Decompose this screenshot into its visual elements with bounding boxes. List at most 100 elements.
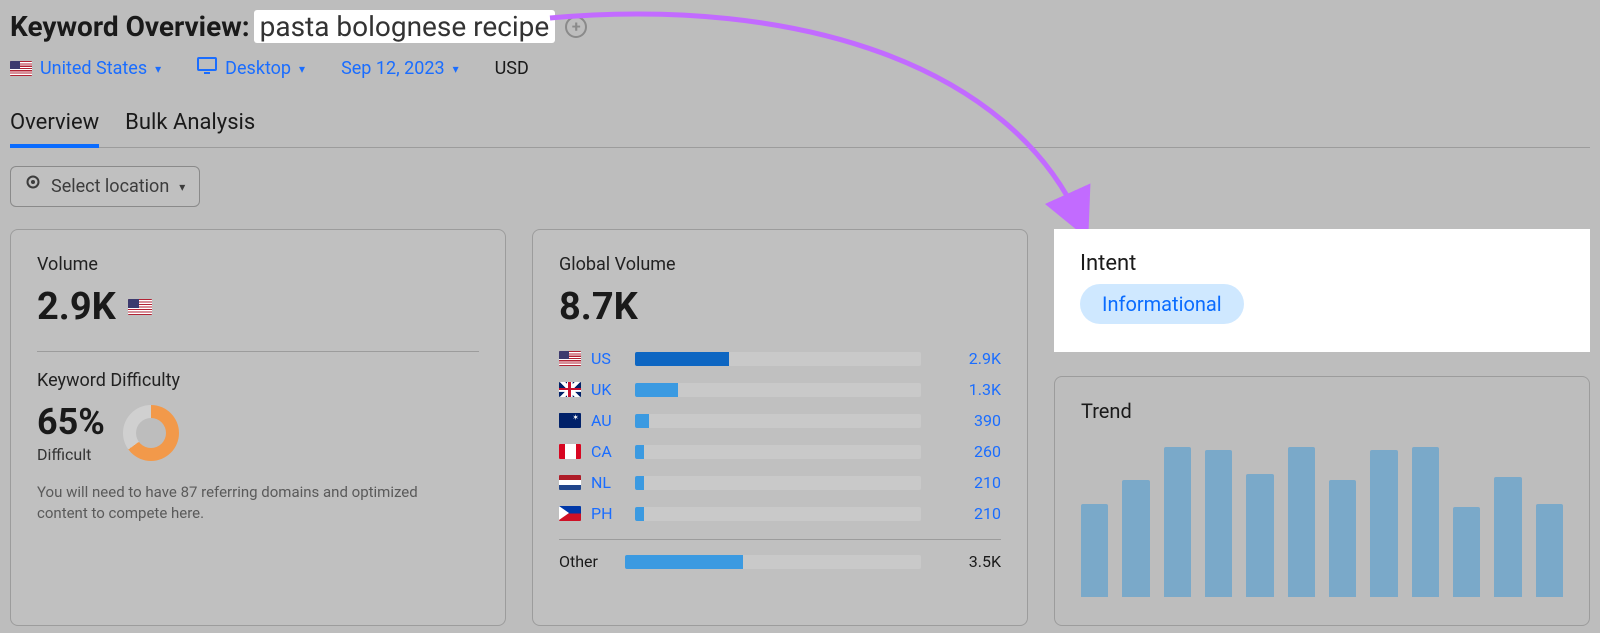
bar-fill [635,445,644,459]
country-code-link[interactable]: CA [591,442,625,461]
country-volume-link[interactable]: 210 [931,504,1001,523]
keyword-overview-page: Keyword Overview: pasta bolognese recipe… [0,0,1600,626]
chevron-down-icon: ▾ [299,62,305,76]
date-filter[interactable]: Sep 12, 2023 ▾ [341,58,459,79]
country-code-link[interactable]: PH [591,504,625,523]
country-code-link[interactable]: AU [591,411,625,430]
page-title: Keyword Overview: pasta bolognese recipe… [10,10,1590,43]
filters-row: United States ▾ Desktop ▾ Sep 12, 2023 ▾… [10,57,1590,80]
bar-track [635,383,921,397]
bar-fill [635,414,649,428]
keyword-text: pasta bolognese recipe [254,10,556,43]
chevron-down-icon: ▾ [453,62,459,76]
trend-bar [1164,447,1191,597]
select-location-label: Select location [51,176,169,197]
bar-fill [635,383,678,397]
add-keyword-icon[interactable]: + [565,16,587,38]
kd-label: Keyword Difficulty [37,370,479,391]
chevron-down-icon: ▾ [155,62,161,76]
kd-percent: 65% [37,401,105,443]
global-volume-list: US 2.9K UK 1.3K AU 390 CA 260 NL 210 PH 210 Other 3.5… [559,343,1001,577]
currency-label: USD [495,58,529,79]
volume-value-row: 2.9K [37,285,479,329]
bar-fill [635,352,729,366]
trend-bar [1494,477,1521,597]
divider [559,539,1001,540]
bar-track [635,476,921,490]
desktop-icon [197,57,217,80]
select-location-button[interactable]: Select location ▾ [10,166,200,207]
country-volume-link[interactable]: 260 [931,442,1001,461]
chevron-down-icon: ▾ [179,180,185,194]
cards-row: Volume 2.9K Keyword Difficulty 65% Diffi… [10,229,1590,626]
gv-row-uk: UK 1.3K [559,374,1001,405]
tabs: Overview Bulk Analysis [10,108,1590,148]
trend-card: Trend [1054,376,1590,626]
kd-row: 65% Difficult [37,401,479,464]
country-volume-link[interactable]: 390 [931,411,1001,430]
gv-row-ca: CA 260 [559,436,1001,467]
title-prefix: Keyword Overview: [10,10,250,43]
divider [37,351,479,352]
global-volume-label: Global Volume [559,254,1001,275]
tab-bulk-analysis[interactable]: Bulk Analysis [125,108,255,147]
kd-left: 65% Difficult [37,401,105,464]
kd-donut-chart [123,405,179,461]
device-filter[interactable]: Desktop ▾ [197,57,305,80]
au-flag-icon [559,413,581,428]
nl-flag-icon [559,475,581,490]
country-code-link[interactable]: NL [591,473,625,492]
gv-row-other: Other 3.5K [559,546,1001,577]
trend-bar [1288,447,1315,597]
us-flag-icon [559,351,581,366]
trend-bar [1205,450,1232,597]
gv-row-au: AU 390 [559,405,1001,436]
country-filter[interactable]: United States ▾ [10,58,161,79]
us-flag-icon [10,61,32,76]
bar-track [635,445,921,459]
uk-flag-icon [559,382,581,397]
gv-row-ph: PH 210 [559,498,1001,529]
trend-bar [1329,480,1356,597]
tab-overview[interactable]: Overview [10,108,99,147]
country-code-link[interactable]: US [591,349,625,368]
bar-fill [625,555,743,569]
volume-value: 2.9K [37,285,116,329]
gv-row-nl: NL 210 [559,467,1001,498]
bar-fill [635,507,644,521]
trend-label: Trend [1081,399,1563,423]
bar-track [635,414,921,428]
bar-track [635,352,921,366]
country-volume-link[interactable]: 210 [931,473,1001,492]
volume-label: Volume [37,254,479,275]
date-filter-label: Sep 12, 2023 [341,58,445,79]
bar-track [635,507,921,521]
country-code-link[interactable]: UK [591,380,625,399]
trend-bar [1536,504,1563,597]
intent-label: Intent [1080,251,1564,276]
country-volume-link[interactable]: 1.3K [931,380,1001,399]
intent-card: Intent Informational [1054,229,1590,352]
trend-bar [1081,504,1108,597]
global-volume-card: Global Volume 8.7K US 2.9K UK 1.3K AU 390 CA 26… [532,229,1028,626]
pin-icon [25,175,41,198]
country-filter-label: United States [40,58,147,79]
trend-bar [1122,480,1149,597]
gv-row-us: US 2.9K [559,343,1001,374]
ph-flag-icon [559,506,581,521]
other-label: Other [559,552,615,571]
ca-flag-icon [559,444,581,459]
volume-card: Volume 2.9K Keyword Difficulty 65% Diffi… [10,229,506,626]
kd-level: Difficult [37,445,105,464]
other-volume: 3.5K [931,552,1001,571]
intent-badge[interactable]: Informational [1080,284,1244,324]
trend-bar [1370,450,1397,597]
bar-fill [635,476,644,490]
trend-bar [1412,447,1439,597]
trend-bar [1453,507,1480,597]
global-volume-value: 8.7K [559,285,1001,329]
kd-note: You will need to have 87 referring domai… [37,482,467,524]
trend-bar [1246,474,1273,597]
country-volume-link[interactable]: 2.9K [931,349,1001,368]
right-column: Intent Informational Trend [1054,229,1590,626]
